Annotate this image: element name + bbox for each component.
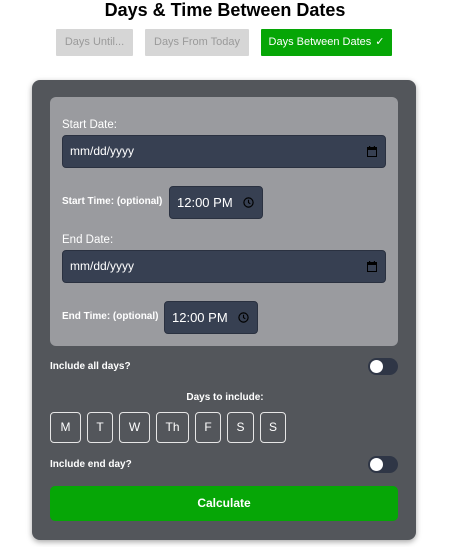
check-icon: ✓ bbox=[375, 36, 385, 48]
end-time-label: End Time: (optional) bbox=[62, 311, 159, 322]
day-button-tuesday[interactable]: T bbox=[87, 412, 113, 443]
day-button-wednesday[interactable]: W bbox=[119, 412, 150, 443]
end-date-value: mm/dd/yyyy bbox=[70, 259, 135, 273]
day-label: W bbox=[128, 420, 141, 434]
clock-icon[interactable] bbox=[243, 197, 254, 208]
day-button-friday[interactable]: F bbox=[195, 412, 221, 443]
day-button-monday[interactable]: M bbox=[50, 412, 81, 443]
calendar-icon[interactable] bbox=[367, 261, 377, 272]
day-label: Th bbox=[165, 420, 180, 434]
start-date-label: Start Date: bbox=[62, 119, 117, 131]
day-label: S bbox=[236, 420, 245, 434]
end-date-label: End Date: bbox=[62, 234, 114, 246]
day-button-thursday[interactable]: Th bbox=[156, 412, 189, 443]
include-all-days-toggle[interactable] bbox=[368, 358, 398, 375]
include-end-day-toggle[interactable] bbox=[368, 456, 398, 473]
start-time-input[interactable]: 12:00 PM bbox=[169, 186, 263, 219]
day-label: T bbox=[96, 420, 104, 434]
tab-days-until[interactable]: Days Until... bbox=[56, 29, 133, 56]
tab-days-between-dates[interactable]: Days Between Dates ✓ bbox=[261, 29, 392, 56]
tab-label: Days Between Dates bbox=[268, 36, 372, 48]
day-button-saturday[interactable]: S bbox=[227, 412, 254, 443]
include-all-days-label: Include all days? bbox=[50, 361, 131, 372]
days-to-include-label: Days to include: bbox=[186, 392, 264, 403]
day-label: F bbox=[204, 420, 212, 434]
end-time-input[interactable]: 12:00 PM bbox=[164, 301, 258, 334]
start-date-input[interactable]: mm/dd/yyyy bbox=[62, 135, 386, 168]
include-end-day-label: Include end day? bbox=[50, 459, 132, 470]
tab-days-from-today[interactable]: Days From Today bbox=[145, 29, 249, 56]
tab-label: Days From Today bbox=[154, 36, 240, 48]
calculate-label: Calculate bbox=[197, 496, 251, 510]
clock-icon[interactable] bbox=[238, 312, 249, 323]
start-time-value: 12:00 PM bbox=[177, 195, 233, 210]
day-label: M bbox=[60, 420, 71, 434]
tab-label: Days Until... bbox=[64, 36, 125, 48]
day-button-sunday[interactable]: S bbox=[260, 412, 286, 443]
end-time-value: 12:00 PM bbox=[172, 310, 228, 325]
start-date-value: mm/dd/yyyy bbox=[70, 144, 135, 158]
day-label: S bbox=[268, 420, 277, 434]
page-title: Days & Time Between Dates bbox=[104, 0, 346, 20]
end-date-input[interactable]: mm/dd/yyyy bbox=[62, 250, 386, 283]
calculate-button[interactable]: Calculate bbox=[50, 486, 398, 521]
calendar-icon[interactable] bbox=[367, 146, 377, 157]
toggle-knob bbox=[370, 458, 383, 471]
toggle-knob bbox=[370, 360, 383, 373]
start-time-label: Start Time: (optional) bbox=[62, 196, 163, 207]
